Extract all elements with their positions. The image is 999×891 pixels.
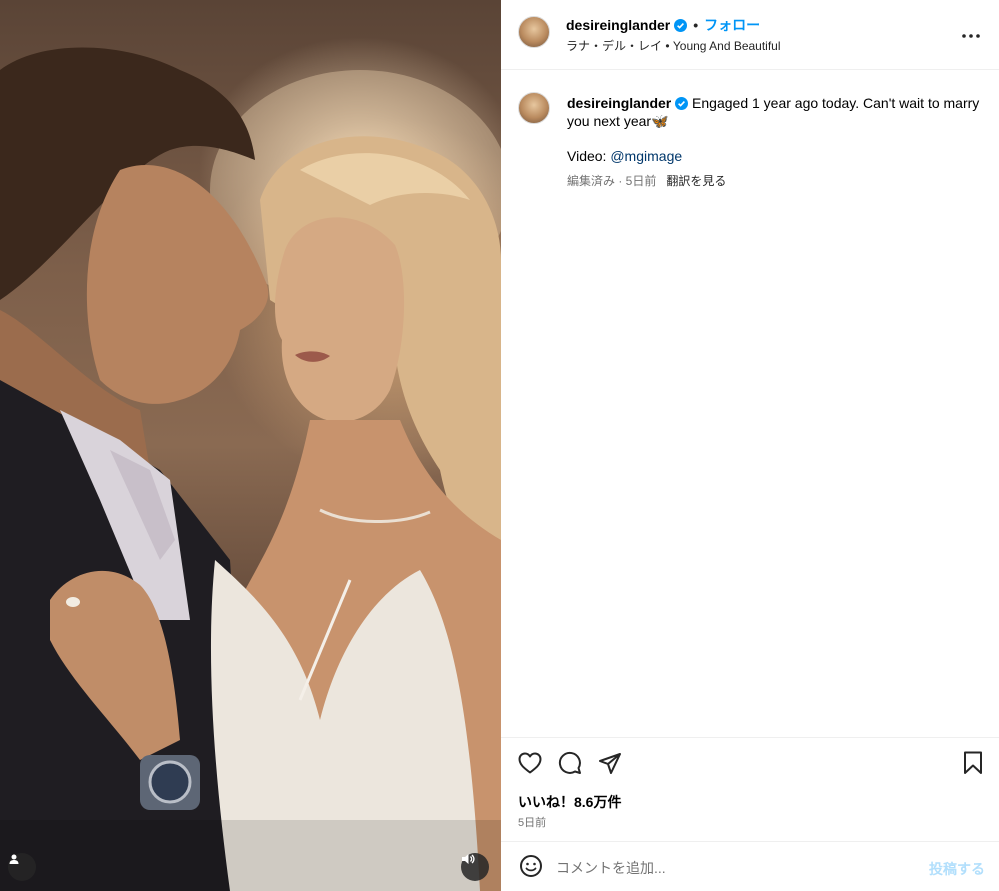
post-video[interactable] — [0, 0, 501, 891]
post-details-panel: desireinglander • フォロー ラナ・デル・レイ • Young … — [501, 0, 999, 891]
mention-link[interactable]: @mgimage — [610, 148, 682, 164]
video-credit-label: Video: — [567, 148, 611, 164]
audio-toggle-button[interactable] — [461, 853, 489, 881]
bookmark-icon — [963, 751, 983, 780]
heart-icon — [518, 752, 542, 779]
caption-text: desireinglander Engaged 1 year ago today… — [567, 94, 987, 130]
verified-badge-icon — [674, 18, 688, 32]
emoji-button[interactable] — [518, 854, 544, 883]
save-button[interactable] — [960, 751, 986, 780]
comment-bar: 投稿する — [501, 841, 999, 891]
post-header: desireinglander • フォロー ラナ・デル・レイ • Young … — [501, 0, 999, 70]
user-tag-button[interactable] — [8, 853, 36, 881]
post-actions: いいね！8.6万件 5日前 — [501, 737, 999, 841]
more-options-button[interactable] — [959, 22, 983, 46]
comment-icon — [558, 751, 582, 780]
share-icon — [598, 752, 622, 779]
audio-track-link[interactable]: ラナ・デル・レイ • Young And Beautiful — [566, 37, 781, 54]
like-button[interactable] — [517, 752, 543, 778]
share-button[interactable] — [597, 752, 623, 778]
verified-badge-icon — [675, 96, 689, 110]
caption-username[interactable]: desireinglander — [567, 95, 671, 111]
header-username[interactable]: desireinglander — [566, 17, 670, 33]
post-time[interactable]: 5日前 — [518, 814, 546, 830]
caption-avatar[interactable] — [518, 92, 550, 124]
caption-meta: 編集済み · 5日前 翻訳を見る — [567, 172, 726, 189]
comment-button[interactable] — [557, 751, 583, 780]
more-horizontal-icon — [962, 25, 980, 43]
comment-input[interactable] — [556, 855, 906, 881]
see-translation-link[interactable]: 翻訳を見る — [666, 174, 726, 188]
video-frame-illustration — [0, 47, 501, 891]
emoji-icon — [519, 854, 543, 883]
follow-button[interactable]: フォロー — [704, 15, 760, 35]
post-comment-button[interactable]: 投稿する — [929, 859, 985, 879]
header-user-row: desireinglander • フォロー — [566, 15, 760, 35]
avatar[interactable] — [518, 16, 550, 48]
likes-count[interactable]: いいね！8.6万件 — [518, 792, 621, 812]
edited-time: 編集済み · 5日前 — [567, 174, 657, 188]
instagram-post-view: desireinglander • フォロー ラナ・デル・レイ • Young … — [0, 0, 999, 891]
separator-dot: • — [693, 17, 699, 33]
caption-video-credit: Video: @mgimage — [567, 148, 682, 164]
